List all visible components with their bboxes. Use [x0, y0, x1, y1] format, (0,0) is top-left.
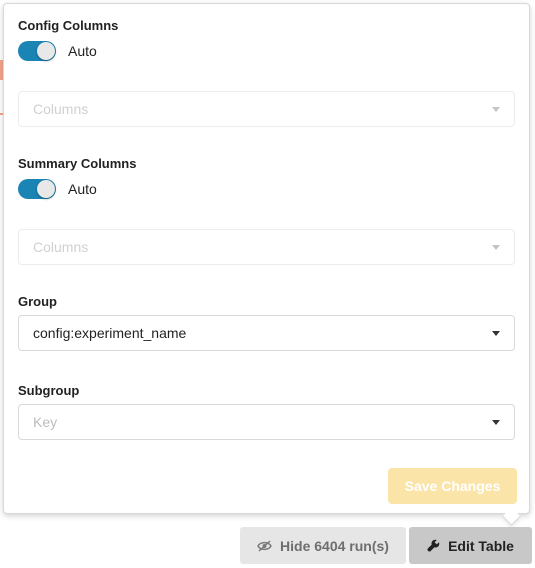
- summary-columns-auto-label: Auto: [68, 181, 97, 197]
- group-select-value: config:experiment_name: [33, 325, 187, 341]
- config-columns-placeholder: Columns: [33, 101, 89, 117]
- chevron-down-icon: [492, 245, 500, 250]
- summary-columns-placeholder: Columns: [33, 239, 89, 255]
- subgroup-section: Subgroup Key: [18, 382, 515, 440]
- subgroup-select[interactable]: Key: [18, 404, 515, 440]
- config-columns-title: Config Columns: [18, 18, 119, 33]
- edit-table-label: Edit Table: [448, 537, 514, 554]
- config-columns-auto-label: Auto: [68, 43, 97, 59]
- subgroup-placeholder: Key: [33, 414, 58, 430]
- toggle-knob: [37, 42, 55, 60]
- summary-columns-select[interactable]: Columns: [18, 229, 515, 265]
- eye-slash-icon: [257, 539, 272, 552]
- summary-columns-section: Summary Columns Auto Columns: [18, 155, 515, 265]
- edit-table-button[interactable]: Edit Table: [409, 527, 532, 564]
- summary-columns-auto-row: Auto: [18, 178, 515, 200]
- summary-columns-auto-toggle[interactable]: [18, 179, 56, 199]
- config-columns-select[interactable]: Columns: [18, 91, 515, 127]
- hide-runs-label: Hide 6404 run(s): [280, 537, 389, 554]
- hide-runs-button[interactable]: Hide 6404 run(s): [240, 527, 406, 564]
- chevron-down-icon: [492, 331, 500, 336]
- group-title: Group: [18, 294, 57, 309]
- edit-table-popover: Config Columns Auto Columns Summary Colu…: [3, 3, 530, 514]
- wrench-icon: [427, 539, 440, 552]
- config-columns-auto-toggle[interactable]: [18, 41, 56, 61]
- chevron-down-icon: [492, 107, 500, 112]
- config-columns-section: Config Columns Auto Columns: [18, 17, 515, 127]
- group-section: Group config:experiment_name: [18, 293, 515, 351]
- chevron-down-icon: [492, 420, 500, 425]
- group-select[interactable]: config:experiment_name: [18, 315, 515, 351]
- summary-columns-title: Summary Columns: [18, 156, 137, 171]
- save-changes-button[interactable]: Save Changes: [388, 468, 517, 504]
- config-columns-auto-row: Auto: [18, 40, 515, 62]
- toggle-knob: [37, 180, 55, 198]
- subgroup-title: Subgroup: [18, 383, 80, 398]
